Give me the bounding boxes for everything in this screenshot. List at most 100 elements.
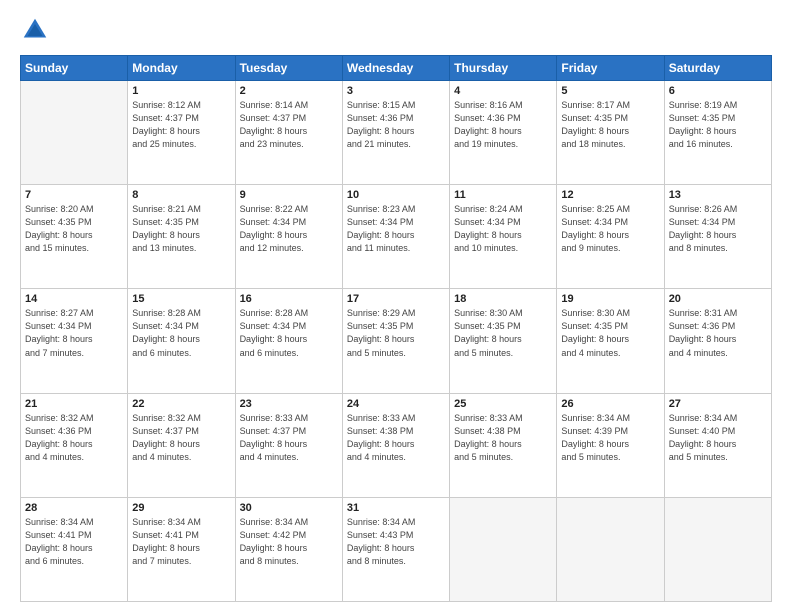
calendar-cell: 16Sunrise: 8:28 AM Sunset: 4:34 PM Dayli… bbox=[235, 289, 342, 393]
day-info: Sunrise: 8:34 AM Sunset: 4:42 PM Dayligh… bbox=[240, 516, 338, 568]
calendar-cell: 23Sunrise: 8:33 AM Sunset: 4:37 PM Dayli… bbox=[235, 393, 342, 497]
day-info: Sunrise: 8:28 AM Sunset: 4:34 PM Dayligh… bbox=[132, 307, 230, 359]
day-info: Sunrise: 8:33 AM Sunset: 4:38 PM Dayligh… bbox=[347, 412, 445, 464]
day-number: 2 bbox=[240, 85, 338, 97]
day-info: Sunrise: 8:21 AM Sunset: 4:35 PM Dayligh… bbox=[132, 203, 230, 255]
calendar-cell: 14 Sunrise: 8:27 AM Sunset: 4:34 PM Dayli… bbox=[21, 289, 128, 393]
day-info: Sunrise: 8:34 AM Sunset: 4:39 PM Dayligh… bbox=[561, 412, 659, 464]
calendar-cell: 11 Sunrise: 8:24 AM Sunset: 4:34 PM Dayli… bbox=[450, 185, 557, 289]
day-info: Sunrise: 8:15 AM Sunset: 4:36 PM Dayligh… bbox=[347, 99, 445, 151]
logo-icon bbox=[20, 15, 50, 45]
day-info: Sunrise: 8:26 AM Sunset: 4:34 PM Dayligh… bbox=[669, 203, 767, 255]
day-info: Sunrise: 8:22 AM Sunset: 4:34 PM Dayligh… bbox=[240, 203, 338, 255]
calendar-cell: 29 Sunrise: 8:34 AM Sunset: 4:41 PM Dayli… bbox=[128, 497, 235, 601]
calendar-week-row: 28 Sunrise: 8:34 AM Sunset: 4:41 PM Dayli… bbox=[21, 497, 772, 601]
day-info: Sunrise: 8:32 AM Sunset: 4:36 PM Dayligh… bbox=[25, 412, 123, 464]
day-info: Sunrise: 8:34 AM Sunset: 4:41 PM Dayligh… bbox=[25, 516, 123, 568]
calendar-header-row: SundayMondayTuesdayWednesdayThursdayFrid… bbox=[21, 56, 772, 81]
day-info: Sunrise: 8:32 AM Sunset: 4:37 PM Dayligh… bbox=[132, 412, 230, 464]
day-number: 27 bbox=[669, 398, 767, 410]
calendar-table: SundayMondayTuesdayWednesdayThursdayFrid… bbox=[20, 55, 772, 602]
day-info: Sunrise: 8:27 AM Sunset: 4:34 PM Dayligh… bbox=[25, 307, 123, 359]
calendar-cell: 15 Sunrise: 8:28 AM Sunset: 4:34 PM Dayli… bbox=[128, 289, 235, 393]
day-number: 8 bbox=[132, 189, 230, 201]
day-number: 10 bbox=[347, 189, 445, 201]
day-info: Sunrise: 8:33 AM Sunset: 4:38 PM Dayligh… bbox=[454, 412, 552, 464]
day-info: Sunrise: 8:31 AM Sunset: 4:36 PM Dayligh… bbox=[669, 307, 767, 359]
day-header-friday: Friday bbox=[557, 56, 664, 81]
day-header-sunday: Sunday bbox=[21, 56, 128, 81]
day-number: 28 bbox=[25, 502, 123, 514]
calendar-cell: 27Sunrise: 8:34 AM Sunset: 4:40 PM Dayli… bbox=[664, 393, 771, 497]
day-info: Sunrise: 8:20 AM Sunset: 4:35 PM Dayligh… bbox=[25, 203, 123, 255]
calendar-cell: 10 Sunrise: 8:23 AM Sunset: 4:34 PM Dayli… bbox=[342, 185, 449, 289]
day-number: 6 bbox=[669, 85, 767, 97]
calendar-cell: 8 Sunrise: 8:21 AM Sunset: 4:35 PM Daylig… bbox=[128, 185, 235, 289]
day-number: 15 bbox=[132, 293, 230, 305]
calendar-cell: 25 Sunrise: 8:33 AM Sunset: 4:38 PM Dayli… bbox=[450, 393, 557, 497]
day-info: Sunrise: 8:12 AM Sunset: 4:37 PM Dayligh… bbox=[132, 99, 230, 151]
calendar-cell: 30 Sunrise: 8:34 AM Sunset: 4:42 PM Dayli… bbox=[235, 497, 342, 601]
calendar-cell: 17 Sunrise: 8:29 AM Sunset: 4:35 PM Dayli… bbox=[342, 289, 449, 393]
calendar-cell: 13 Sunrise: 8:26 AM Sunset: 4:34 PM Dayli… bbox=[664, 185, 771, 289]
day-number: 31 bbox=[347, 502, 445, 514]
day-info: Sunrise: 8:23 AM Sunset: 4:34 PM Dayligh… bbox=[347, 203, 445, 255]
day-info: Sunrise: 8:34 AM Sunset: 4:43 PM Dayligh… bbox=[347, 516, 445, 568]
calendar-cell: 31 Sunrise: 8:34 AM Sunset: 4:43 PM Dayli… bbox=[342, 497, 449, 601]
day-header-monday: Monday bbox=[128, 56, 235, 81]
day-info: Sunrise: 8:30 AM Sunset: 4:35 PM Dayligh… bbox=[454, 307, 552, 359]
day-number: 14 bbox=[25, 293, 123, 305]
calendar-cell: 2 Sunrise: 8:14 AM Sunset: 4:37 PM Daylig… bbox=[235, 81, 342, 185]
calendar-cell: 4 Sunrise: 8:16 AM Sunset: 4:36 PM Daylig… bbox=[450, 81, 557, 185]
day-number: 17 bbox=[347, 293, 445, 305]
day-number: 26 bbox=[561, 398, 659, 410]
day-info: Sunrise: 8:28 AM Sunset: 4:34 PM Dayligh… bbox=[240, 307, 338, 359]
day-number: 19 bbox=[561, 293, 659, 305]
day-number: 3 bbox=[347, 85, 445, 97]
calendar-cell: 19 Sunrise: 8:30 AM Sunset: 4:35 PM Dayli… bbox=[557, 289, 664, 393]
day-number: 21 bbox=[25, 398, 123, 410]
calendar-week-row: 14 Sunrise: 8:27 AM Sunset: 4:34 PM Dayli… bbox=[21, 289, 772, 393]
day-number: 1 bbox=[132, 85, 230, 97]
calendar-cell: 3 Sunrise: 8:15 AM Sunset: 4:36 PM Daylig… bbox=[342, 81, 449, 185]
day-number: 12 bbox=[561, 189, 659, 201]
day-info: Sunrise: 8:34 AM Sunset: 4:41 PM Dayligh… bbox=[132, 516, 230, 568]
day-number: 11 bbox=[454, 189, 552, 201]
day-number: 29 bbox=[132, 502, 230, 514]
day-number: 22 bbox=[132, 398, 230, 410]
day-number: 4 bbox=[454, 85, 552, 97]
logo bbox=[20, 15, 54, 45]
calendar-cell bbox=[450, 497, 557, 601]
calendar-cell: 12 Sunrise: 8:25 AM Sunset: 4:34 PM Dayli… bbox=[557, 185, 664, 289]
day-info: Sunrise: 8:16 AM Sunset: 4:36 PM Dayligh… bbox=[454, 99, 552, 151]
day-info: Sunrise: 8:30 AM Sunset: 4:35 PM Dayligh… bbox=[561, 307, 659, 359]
calendar-cell: 5Sunrise: 8:17 AM Sunset: 4:35 PM Daylig… bbox=[557, 81, 664, 185]
calendar-cell: 9Sunrise: 8:22 AM Sunset: 4:34 PM Daylig… bbox=[235, 185, 342, 289]
calendar-week-row: 7 Sunrise: 8:20 AM Sunset: 4:35 PM Daylig… bbox=[21, 185, 772, 289]
day-number: 25 bbox=[454, 398, 552, 410]
day-number: 18 bbox=[454, 293, 552, 305]
calendar-cell: 22 Sunrise: 8:32 AM Sunset: 4:37 PM Dayli… bbox=[128, 393, 235, 497]
day-info: Sunrise: 8:14 AM Sunset: 4:37 PM Dayligh… bbox=[240, 99, 338, 151]
calendar-cell: 21 Sunrise: 8:32 AM Sunset: 4:36 PM Dayli… bbox=[21, 393, 128, 497]
calendar-week-row: 21 Sunrise: 8:32 AM Sunset: 4:36 PM Dayli… bbox=[21, 393, 772, 497]
calendar-cell: 20 Sunrise: 8:31 AM Sunset: 4:36 PM Dayli… bbox=[664, 289, 771, 393]
calendar-cell: 7 Sunrise: 8:20 AM Sunset: 4:35 PM Daylig… bbox=[21, 185, 128, 289]
day-number: 30 bbox=[240, 502, 338, 514]
day-info: Sunrise: 8:29 AM Sunset: 4:35 PM Dayligh… bbox=[347, 307, 445, 359]
day-header-saturday: Saturday bbox=[664, 56, 771, 81]
day-info: Sunrise: 8:19 AM Sunset: 4:35 PM Dayligh… bbox=[669, 99, 767, 151]
calendar-cell: 26 Sunrise: 8:34 AM Sunset: 4:39 PM Dayli… bbox=[557, 393, 664, 497]
day-header-tuesday: Tuesday bbox=[235, 56, 342, 81]
day-info: Sunrise: 8:25 AM Sunset: 4:34 PM Dayligh… bbox=[561, 203, 659, 255]
day-header-thursday: Thursday bbox=[450, 56, 557, 81]
day-info: Sunrise: 8:24 AM Sunset: 4:34 PM Dayligh… bbox=[454, 203, 552, 255]
day-number: 20 bbox=[669, 293, 767, 305]
calendar-cell: 6 Sunrise: 8:19 AM Sunset: 4:35 PM Daylig… bbox=[664, 81, 771, 185]
day-number: 13 bbox=[669, 189, 767, 201]
day-info: Sunrise: 8:33 AM Sunset: 4:37 PM Dayligh… bbox=[240, 412, 338, 464]
calendar-cell: 24Sunrise: 8:33 AM Sunset: 4:38 PM Dayli… bbox=[342, 393, 449, 497]
day-number: 7 bbox=[25, 189, 123, 201]
header bbox=[20, 15, 772, 45]
calendar-cell: 28 Sunrise: 8:34 AM Sunset: 4:41 PM Dayli… bbox=[21, 497, 128, 601]
